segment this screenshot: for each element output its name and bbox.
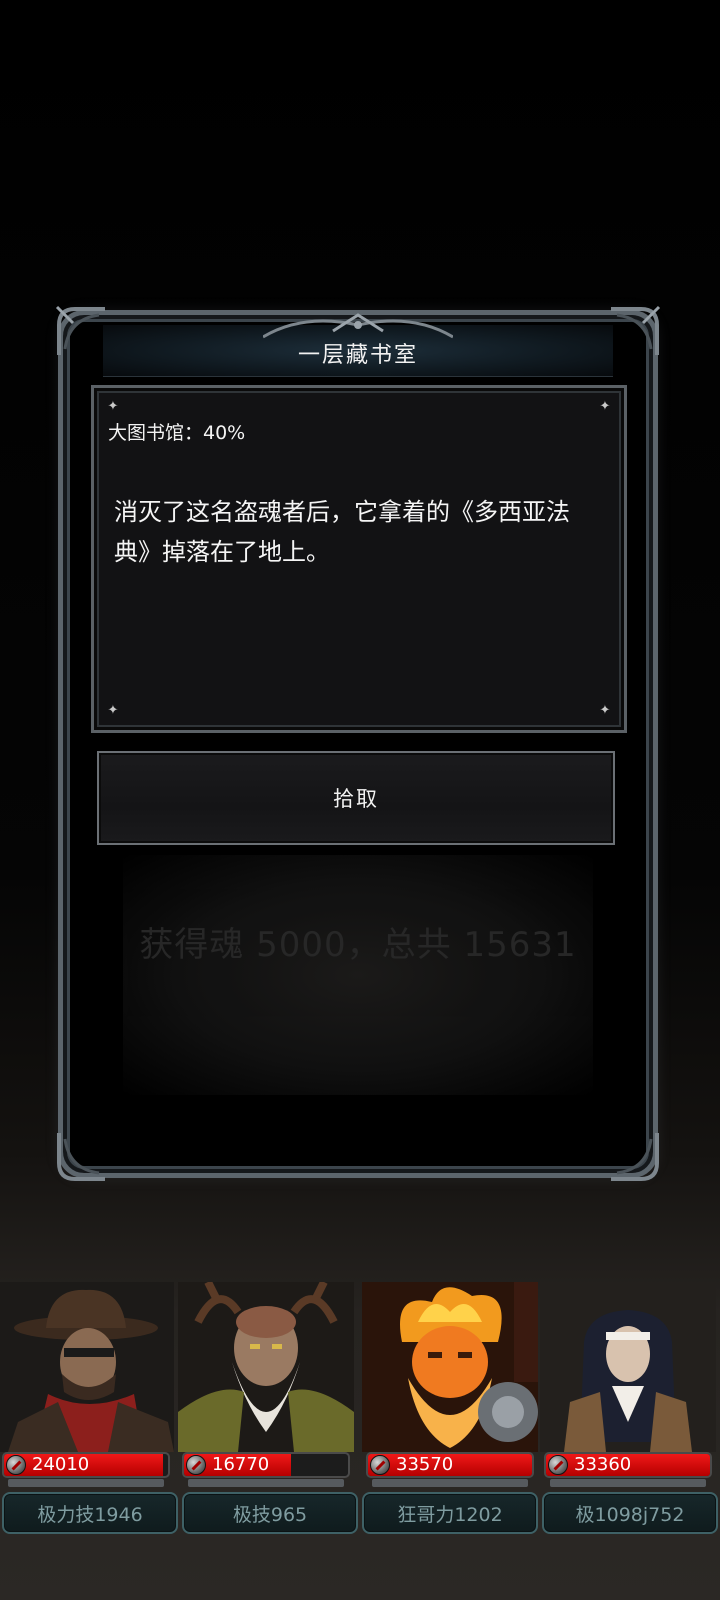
title-bar: 一层藏书室: [103, 313, 613, 377]
pick-up-button[interactable]: 拾取: [97, 751, 615, 845]
cowboy-portrait-icon: [0, 1282, 174, 1452]
sword-icon: [548, 1455, 568, 1475]
energy-bar: [550, 1479, 706, 1487]
sword-icon: [186, 1455, 206, 1475]
fire-dwarf-portrait-icon: [362, 1282, 538, 1452]
hero-name-tag[interactable]: 极1098j752: [542, 1492, 718, 1534]
sword-icon: [6, 1455, 26, 1475]
hp-value: 33360: [574, 1454, 632, 1475]
energy-bar: [372, 1479, 528, 1487]
hero-card[interactable]: 33570: [362, 1282, 538, 1487]
hp-bar: 33570: [366, 1452, 534, 1478]
hp-bar: 33360: [544, 1452, 712, 1478]
ornament-corner-icon: [607, 305, 661, 359]
event-description: 消灭了这名盗魂者后，它拿着的《多西亚法典》掉落在了地上。: [114, 498, 570, 566]
dialog-title: 一层藏书室: [297, 343, 418, 368]
hp-value: 16770: [212, 1454, 270, 1475]
hero-card[interactable]: 33360: [540, 1282, 716, 1487]
hp-bar: 16770: [182, 1452, 350, 1478]
hp-value: 33570: [396, 1454, 454, 1475]
hero-card[interactable]: 24010: [0, 1282, 174, 1487]
nun-portrait-icon: [540, 1282, 716, 1452]
hp-bar: 24010: [2, 1452, 170, 1478]
reward-background: 获得魂 5000，总共 15631: [123, 855, 593, 1095]
ornament-corner-icon: [607, 1129, 661, 1183]
event-text-box: ✦ ✦ ✦ ✦ 大图书馆：40% 消灭了这名盗魂者后，它拿着的《多西亚法典》掉落…: [91, 385, 627, 733]
hero-card[interactable]: 16770: [178, 1282, 354, 1487]
event-dialog: 一层藏书室 ✦ ✦ ✦ ✦ 大图书馆：40% 消灭了这名盗魂者后，它拿着的《多西…: [55, 305, 661, 1181]
energy-bar: [8, 1479, 164, 1487]
hp-value: 24010: [32, 1454, 90, 1475]
hero-name-tag[interactable]: 狂哥力1202: [362, 1492, 538, 1534]
ornament-corner-icon: [55, 305, 109, 359]
pick-up-button-label: 拾取: [333, 787, 379, 811]
hero-name-tag[interactable]: 极技965: [182, 1492, 358, 1534]
energy-bar: [188, 1479, 344, 1487]
sparkle-icon: ✦: [107, 399, 119, 414]
hero-name: 极技965: [232, 1503, 308, 1526]
sparkle-icon: ✦: [107, 703, 119, 718]
faded-reward-text: 获得魂 5000，总共 15631: [139, 925, 577, 965]
hero-name: 极力技1946: [37, 1503, 143, 1526]
hero-name: 狂哥力1202: [397, 1503, 503, 1526]
sparkle-icon: ✦: [599, 703, 611, 718]
hero-name: 极1098j752: [575, 1503, 685, 1526]
sparkle-icon: ✦: [599, 399, 611, 414]
druid-portrait-icon: [178, 1282, 354, 1452]
hero-name-tag[interactable]: 极力技1946: [2, 1492, 178, 1534]
ornament-corner-icon: [55, 1129, 109, 1183]
sword-icon: [370, 1455, 390, 1475]
location-label: 大图书馆：40%: [108, 422, 246, 444]
